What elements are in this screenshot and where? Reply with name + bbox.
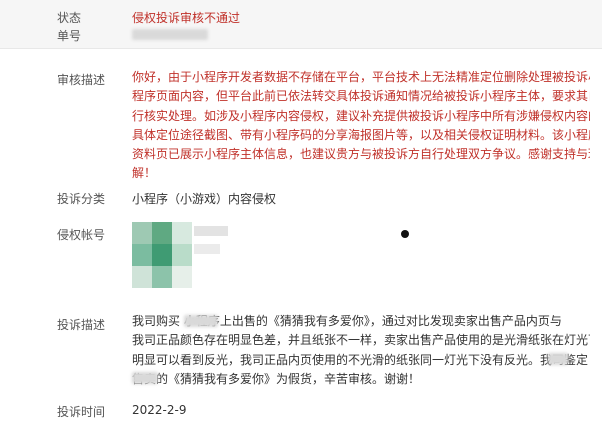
order-number-label: 单号 xyxy=(57,29,82,43)
review-line: 行核实处理。如涉及小程序内容侵权，建议补充提供被投诉小程序中所有涉嫌侵权内容的 xyxy=(132,108,590,123)
complaint-line: 明显可以看到反光，我司正品内页使用的不光滑的纸张同一灯光下没有反光。我司鉴定 xyxy=(132,352,589,367)
order-number-redacted xyxy=(132,29,208,40)
category-label: 投诉分类 xyxy=(57,192,106,206)
review-line: 你好，由于小程序开发者数据不存储在平台，平台技术上无法精准定位删除处理被投诉小 xyxy=(132,70,590,84)
account-avatar-redacted xyxy=(132,222,232,288)
cursor-dot xyxy=(401,230,409,238)
review-line: 程序页面内容，但平台此前已依法转交具体投诉通知情况给被投诉小程序主体，要求其自 xyxy=(132,89,590,104)
category-value: 小程序（小游戏）内容侵权 xyxy=(132,192,277,206)
review-label: 审核描述 xyxy=(57,73,106,87)
account-label: 侵权帐号 xyxy=(57,228,106,242)
complaint-line: 售卖的《猜猜我有多爱你》为假货，辛苦审核。谢谢！ xyxy=(132,371,421,386)
status-header xyxy=(0,0,602,48)
complaint-label: 投诉描述 xyxy=(57,318,106,332)
seller-name-redacted xyxy=(132,372,158,384)
status-value: 侵权投诉审核不通过 xyxy=(132,11,241,25)
complaint-line: 我司正品颜色存在明显色差，并且纸张不一样，卖家出售产品使用的是光滑纸张在灯光下 xyxy=(132,333,590,348)
header-divider xyxy=(0,48,602,49)
review-text: 你好，由于小程序开发者数据不存储在平台，平台技术上无法精准定位删除处理被投诉小 … xyxy=(132,68,590,184)
status-label: 状态 xyxy=(57,11,82,25)
seller-name-redacted xyxy=(548,353,568,365)
review-line: 具体定位途径截图、带有小程序码的分享海报图片等，以及相关侵权证明材料。该小程序 xyxy=(132,127,590,142)
time-label: 投诉时间 xyxy=(57,405,106,419)
review-line: 资料页已展示小程序主体信息，也建议贵方与被投诉方自行处理双方争议。感谢支持与理 xyxy=(132,147,590,162)
time-value: 2022-2-9 xyxy=(132,403,187,417)
review-line: 解！ xyxy=(132,166,157,181)
seller-name-redacted xyxy=(184,315,218,327)
